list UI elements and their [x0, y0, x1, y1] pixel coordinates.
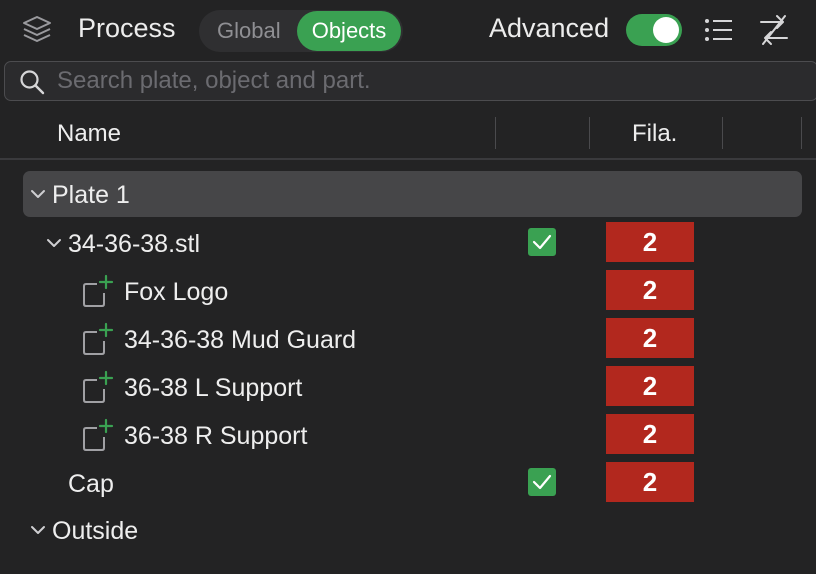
- top-bar: Process Global Objects Advanced: [0, 0, 816, 60]
- toggle-knob: [653, 17, 679, 43]
- visibility-checkbox[interactable]: [528, 228, 556, 256]
- chevron-down-icon[interactable]: [46, 235, 62, 251]
- part-add-icon: [83, 274, 114, 307]
- filament-badge[interactable]: 2: [606, 366, 694, 406]
- chevron-down-icon[interactable]: [30, 186, 46, 202]
- part-label: 36-38 R Support: [124, 422, 308, 450]
- part-label: 34-36-38 Mud Guard: [124, 326, 357, 354]
- column-separator[interactable]: [495, 117, 496, 149]
- search-input[interactable]: [57, 62, 797, 100]
- scope-segmented-control: Global Objects: [199, 10, 403, 52]
- part-add-icon: [83, 370, 114, 403]
- part-label: 36-38 L Support: [124, 374, 303, 402]
- column-separator[interactable]: [801, 117, 802, 149]
- object-label: Cap: [68, 470, 114, 498]
- column-separator[interactable]: [722, 117, 723, 149]
- tree-row-object[interactable]: Cap 2: [0, 460, 816, 506]
- search-box: [4, 61, 816, 101]
- compare-icon[interactable]: [757, 13, 791, 47]
- segment-objects[interactable]: Objects: [297, 11, 401, 51]
- stack-icon[interactable]: [20, 14, 54, 46]
- panel-title: Process: [78, 13, 176, 43]
- column-separator[interactable]: [589, 117, 590, 149]
- segment-global[interactable]: Global: [217, 10, 281, 52]
- chevron-down-icon[interactable]: [30, 522, 46, 538]
- object-label: 34-36-38.stl: [68, 230, 201, 258]
- tree-row-part[interactable]: Fox Logo 2: [0, 268, 816, 314]
- column-header: Name Fila.: [0, 110, 816, 156]
- list-icon[interactable]: [703, 16, 733, 44]
- plate-label: Plate 1: [52, 181, 130, 209]
- tree-row-part[interactable]: 36-38 R Support 2: [0, 412, 816, 458]
- part-label: Fox Logo: [124, 278, 229, 306]
- tree-row-object[interactable]: 34-36-38.stl 2: [0, 220, 816, 266]
- column-name[interactable]: Name: [57, 120, 121, 148]
- filament-badge[interactable]: 2: [606, 318, 694, 358]
- tree-row-part[interactable]: 34-36-38 Mud Guard 2: [0, 316, 816, 362]
- filament-badge[interactable]: 2: [606, 270, 694, 310]
- advanced-toggle[interactable]: [626, 14, 682, 46]
- outside-label: Outside: [52, 517, 139, 545]
- part-add-icon: [83, 322, 114, 355]
- part-add-icon: [83, 418, 114, 451]
- filament-badge[interactable]: 2: [606, 414, 694, 454]
- filament-badge[interactable]: 2: [606, 222, 694, 262]
- advanced-label: Advanced: [489, 13, 610, 43]
- visibility-checkbox[interactable]: [528, 468, 556, 496]
- filament-badge[interactable]: 2: [606, 462, 694, 502]
- search-icon: [20, 70, 45, 95]
- row-highlight: [23, 171, 802, 217]
- tree-row-plate[interactable]: Plate 1: [0, 171, 816, 217]
- column-filament[interactable]: Fila.: [632, 120, 677, 148]
- tree-row-outside[interactable]: Outside: [0, 507, 816, 553]
- tree-row-part[interactable]: 36-38 L Support 2: [0, 364, 816, 410]
- header-divider: [0, 158, 816, 160]
